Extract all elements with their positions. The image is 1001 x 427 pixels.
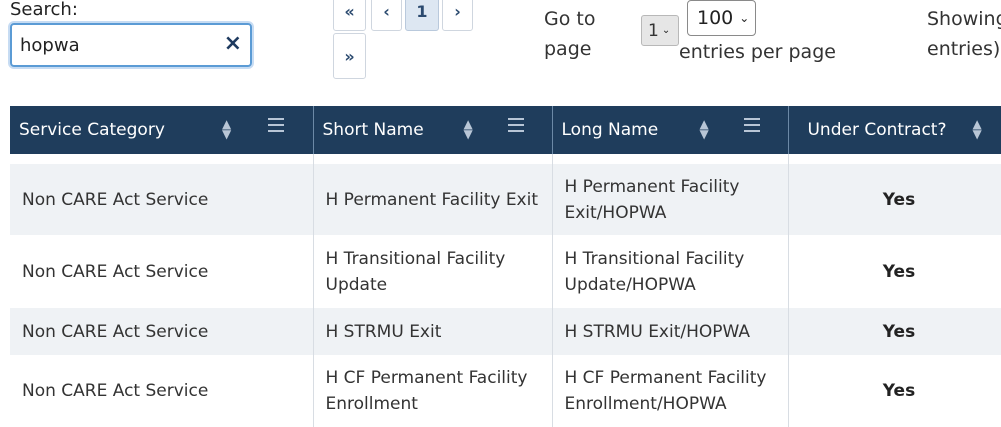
cell-under-contract: Yes: [788, 355, 1001, 427]
showing-info: Showing entries): [927, 8, 1001, 60]
cell-long-name: H STRMU Exit/HOPWA: [552, 308, 789, 355]
cell-service-category: Non CARE Act Service: [10, 164, 314, 235]
table-header-row: Service Category ▲ ▼ Short Name ▲ ▼ Long N…: [10, 106, 1001, 154]
column-menu-icon[interactable]: [268, 118, 284, 136]
column-menu-icon[interactable]: [507, 118, 524, 136]
page-1-button[interactable]: 1: [405, 0, 439, 31]
cell-long-name: H CF Permanent Facility Enrollment/HOPWA: [552, 355, 789, 427]
cell-long-name: H Permanent Facility Exit/HOPWA: [552, 164, 789, 235]
search-input[interactable]: [20, 33, 220, 57]
header-service-category[interactable]: Service Category ▲ ▼: [10, 106, 314, 154]
header-label: Short Name: [322, 120, 424, 140]
prev-page-button[interactable]: ‹: [371, 0, 402, 31]
table-row[interactable]: Non CARE Act Service H CF Permanent Faci…: [10, 355, 1001, 427]
goto-page-value: 1: [648, 20, 659, 41]
cell-service-category: Non CARE Act Service: [10, 308, 314, 355]
cell-service-category: Non CARE Act Service: [10, 355, 314, 427]
entries-per-page-label: entries per page: [679, 41, 836, 63]
chevron-down-icon: ⌄: [661, 25, 671, 36]
entries-per-page-select[interactable]: 100 ⌄: [687, 0, 756, 36]
sort-icon[interactable]: ▲ ▼: [464, 118, 473, 140]
sort-icon[interactable]: ▲ ▼: [700, 118, 709, 140]
header-label: Service Category: [19, 120, 165, 140]
goto-page-select[interactable]: 1 ⌄: [641, 15, 679, 46]
last-page-button[interactable]: »: [333, 33, 366, 79]
entries-per-page-value: 100: [697, 7, 734, 29]
search-label: Search:: [10, 0, 78, 20]
cell-short-name: H Permanent Facility Exit: [313, 164, 553, 235]
cell-service-category: Non CARE Act Service: [10, 235, 314, 308]
table-row[interactable]: Non CARE Act Service H Transitional Faci…: [10, 235, 1001, 308]
first-page-button[interactable]: «: [333, 0, 366, 31]
cell-under-contract: Yes: [788, 164, 1001, 235]
cell-under-contract: Yes: [788, 235, 1001, 308]
cell-short-name: H STRMU Exit: [313, 308, 553, 355]
header-label: Long Name: [561, 120, 659, 140]
cell-under-contract: Yes: [788, 308, 1001, 355]
header-long-name[interactable]: Long Name ▲ ▼: [552, 106, 789, 154]
column-menu-icon[interactable]: [743, 118, 760, 136]
cell-long-name: H Transitional Facility Update/HOPWA: [552, 235, 789, 308]
header-short-name[interactable]: Short Name ▲ ▼: [313, 106, 553, 154]
table-row[interactable]: Non CARE Act Service H Permanent Facilit…: [10, 164, 1001, 235]
clear-search-icon[interactable]: ×: [224, 30, 242, 58]
chevron-down-icon: ⌄: [739, 11, 750, 25]
sort-icon[interactable]: ▲ ▼: [222, 118, 231, 140]
search-box[interactable]: ×: [10, 23, 252, 67]
table-row[interactable]: Non CARE Act Service H STRMU Exit H STRM…: [10, 308, 1001, 355]
results-table: Service Category ▲ ▼ Short Name ▲ ▼ Long N…: [10, 106, 1001, 427]
sort-icon[interactable]: ▲ ▼: [973, 118, 982, 140]
goto-page-label: Go to page: [544, 8, 596, 60]
next-page-button[interactable]: ›: [442, 0, 473, 31]
cell-short-name: H Transitional Facility Update: [313, 235, 553, 308]
header-label: Under Contract?: [807, 120, 947, 140]
header-under-contract[interactable]: Under Contract? ▲ ▼: [788, 106, 1001, 154]
cell-short-name: H CF Permanent Facility Enrollment: [313, 355, 553, 427]
